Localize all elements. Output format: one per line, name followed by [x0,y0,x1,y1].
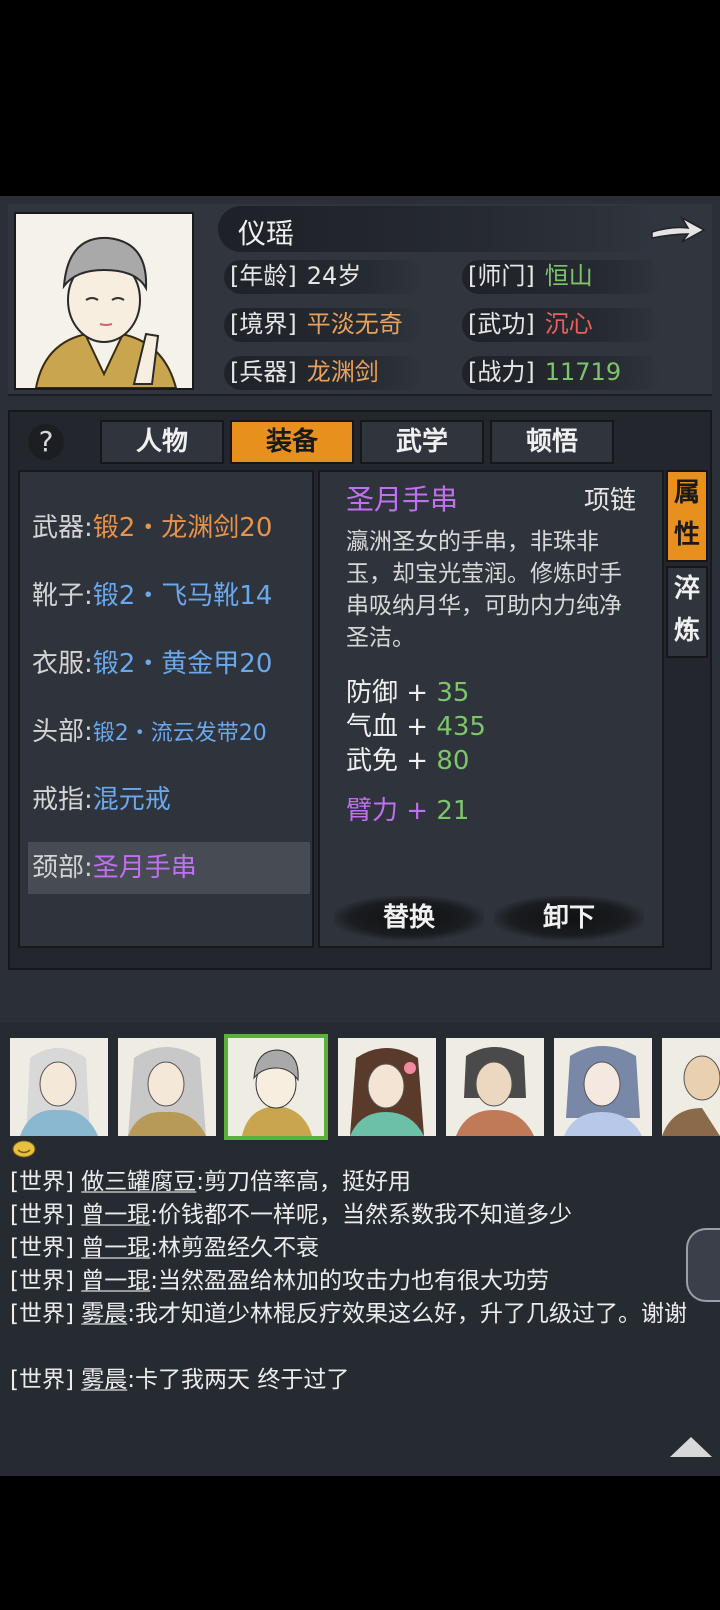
party-avatar-image [564,1046,642,1136]
item-description: 瀛洲圣女的手串，非珠非玉，却宝光莹润。修炼时手串吸纳月华，可助内力纯净圣洁。 [346,529,622,651]
party-avatar-image [662,1055,720,1136]
party-avatar[interactable] [554,1038,652,1136]
party-avatar[interactable] [446,1038,544,1136]
attr-strength-bonus: 臂力 + 21 [346,796,470,826]
party-avatar-image [242,1049,312,1136]
chat-message: [世界] 曾一琨:价钱都不一样呢，当然系数我不知道多少 [10,1202,573,1228]
equip-row-boots[interactable]: 靴子:锻2・飞马靴14 [28,570,310,622]
chat-message: [世界] 雾晨:卡了我两天 终于过了 [10,1367,350,1393]
party-avatar[interactable] [338,1038,436,1136]
item-name: 圣月手串 [346,483,459,516]
equip-row-ring[interactable]: 戒指:混元戒 [28,774,310,826]
tab-martial-arts[interactable]: 武学 [360,420,484,464]
party-avatar-strip[interactable] [0,1032,720,1142]
separator-band [0,972,720,1022]
chat-username[interactable]: 雾晨 [81,1301,127,1327]
chat-message: [世界] 曾一琨:当然盈盈给林加的攻击力也有很大功劳 [10,1268,550,1294]
chat-message: [世界] 做三罐腐豆:剪刀倍率高，挺好用 [10,1169,412,1195]
chat-message: [世界] 曾一琨:林剪盈经久不衰 [10,1235,320,1261]
next-arrow-icon[interactable] [648,210,708,250]
chat-username[interactable]: 曾一琨 [81,1268,150,1294]
chat-username[interactable]: 曾一琨 [81,1202,150,1228]
side-tab-refine[interactable]: 淬炼 [666,566,708,658]
help-button[interactable]: ? [28,424,64,460]
party-avatar-image [350,1048,424,1136]
equip-row-neck[interactable]: 颈部:圣月手串 [28,842,310,894]
stat-sect: [师门] 恒山 [462,258,662,294]
chat-username[interactable]: 曾一琨 [81,1235,150,1261]
equip-row-head[interactable]: 头部:锻2・流云发带20 [28,706,310,758]
item-type: 项链 [584,486,637,516]
attr-immunity: 武免 + 80 [346,746,470,776]
chat-username[interactable]: 做三罐腐豆 [81,1169,196,1195]
stat-realm: [境界] 平淡无奇 [224,306,424,342]
replace-button[interactable]: 替换 [334,896,484,940]
chat-message: [世界] 雾晨:我才知道少林棍反疗效果这么好，升了几级过了。谢谢 [10,1301,688,1327]
attr-hp: 气血 + 435 [346,712,486,742]
tab-enlightenment[interactable]: 顿悟 [490,420,614,464]
character-name: 仪瑶 [238,217,295,250]
party-avatar-selected[interactable] [224,1034,328,1140]
bottom-bar [0,1476,720,1610]
party-avatar[interactable] [118,1038,216,1136]
unequip-button[interactable]: 卸下 [494,896,644,940]
party-avatar[interactable] [10,1038,108,1136]
stat-weapon: [兵器] 龙渊剑 [224,354,424,390]
stat-skill: [武功] 沉心 [462,306,662,342]
emote-icon [12,1140,36,1158]
party-avatar-image [20,1048,98,1136]
chat-username[interactable]: 雾晨 [81,1367,127,1393]
side-menu-badge[interactable] [686,1228,720,1302]
nun-portrait-image [34,236,178,388]
attr-defense: 防御 + 35 [346,678,470,708]
equip-row-armor[interactable]: 衣服:锻2・黄金甲20 [28,638,310,690]
party-avatar-image [456,1047,534,1136]
equip-row-weapon[interactable]: 武器:锻2・龙渊剑20 [28,502,310,554]
tab-equipment[interactable]: 装备 [230,420,354,464]
stat-age: [年龄] 24岁 [224,258,424,294]
character-portrait [14,212,194,390]
tab-character[interactable]: 人物 [100,420,224,464]
side-tab-attributes[interactable]: 属性 [666,470,708,562]
stat-power: [战力] 11719 [462,354,662,390]
expand-chat-arrow-icon[interactable] [670,1437,712,1457]
party-avatar[interactable] [662,1038,720,1136]
party-avatar-image [128,1047,206,1136]
